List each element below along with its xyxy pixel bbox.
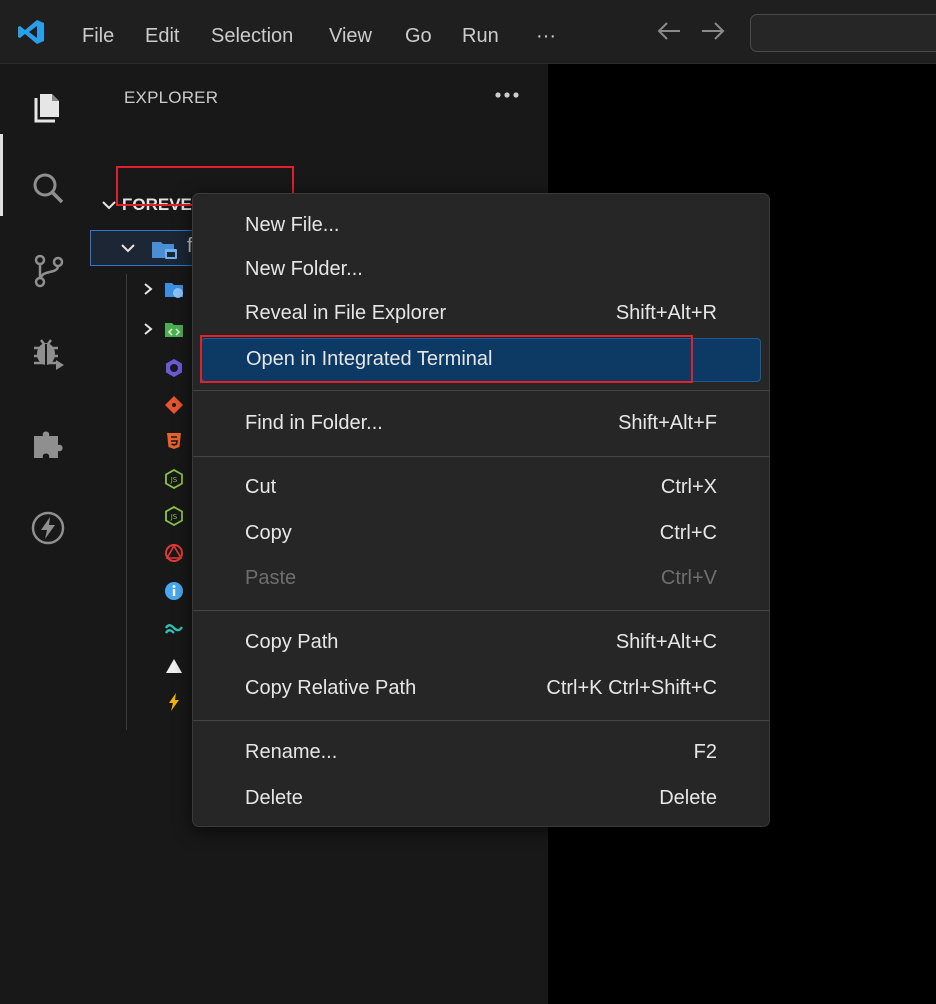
menu-item-label: Copy Relative Path — [245, 677, 417, 699]
menu-item-rename[interactable]: Rename... F2 — [201, 733, 761, 773]
menu-item-label: New File... — [245, 214, 340, 236]
menu-item-new-folder[interactable]: New Folder... — [201, 250, 761, 290]
chevron-down-icon — [102, 201, 116, 210]
command-center-search[interactable] — [750, 14, 936, 52]
source-control-icon[interactable] — [28, 250, 68, 290]
run-debug-icon[interactable] — [28, 332, 68, 372]
menu-item-open-in-integrated-terminal[interactable]: Open in Integrated Terminal — [201, 338, 761, 382]
svg-text:JS: JS — [170, 476, 178, 484]
menu-item-label: Copy — [245, 522, 292, 544]
title-bar: File Edit Selection View Go Run ··· — [0, 0, 936, 64]
explorer-title: EXPLORER — [124, 88, 219, 107]
chevron-right-icon — [144, 283, 153, 295]
menu-item-cut[interactable]: Cut Ctrl+X — [201, 468, 761, 508]
lightning-icon[interactable] — [28, 508, 68, 548]
tailwind-icon — [164, 624, 184, 634]
git-icon — [165, 396, 183, 414]
menu-item-label: Reveal in File Explorer — [245, 302, 447, 324]
menu-separator — [193, 720, 769, 721]
arrow-left-icon[interactable] — [656, 20, 682, 42]
menu-item-new-file[interactable]: New File... — [201, 206, 761, 246]
more-actions-icon[interactable] — [492, 88, 522, 102]
explorer-icon[interactable] — [28, 86, 68, 126]
svg-text:JS: JS — [170, 513, 178, 521]
html-icon — [167, 433, 181, 449]
menu-item-copy-path[interactable]: Copy Path Shift+Alt+C — [201, 623, 761, 663]
menu-more[interactable]: ··· — [536, 0, 556, 64]
folder-open-icon — [152, 242, 177, 259]
menu-selection[interactable]: Selection — [211, 0, 293, 64]
eslint-icon — [166, 359, 182, 377]
nodejs-icon: JS — [165, 506, 183, 526]
menu-item-shortcut: Ctrl+X — [660, 476, 717, 498]
vscode-logo-icon — [18, 20, 44, 44]
menu-item-label: Cut — [245, 476, 277, 498]
folder-public-icon — [165, 283, 183, 298]
menu-separator — [193, 610, 769, 611]
chevron-down-icon — [121, 244, 135, 253]
menu-view[interactable]: View — [329, 0, 372, 64]
nodejs-icon: JS — [165, 469, 183, 489]
folder-src-icon — [165, 323, 183, 337]
menu-separator — [193, 456, 769, 457]
menu-item-paste: Paste Ctrl+V — [201, 559, 761, 599]
menu-item-shortcut: Ctrl+K Ctrl+Shift+C — [546, 677, 717, 699]
menu-item-reveal-in-file-explorer[interactable]: Reveal in File Explorer Shift+Alt+R — [201, 294, 761, 334]
menu-go[interactable]: Go — [405, 0, 432, 64]
menu-item-copy[interactable]: Copy Ctrl+C — [201, 514, 761, 554]
menu-item-shortcut: Ctrl+C — [659, 522, 717, 544]
menu-item-label: Open in Integrated Terminal — [246, 348, 493, 370]
menu-item-label: Find in Folder... — [245, 412, 383, 434]
menu-item-label: Paste — [245, 567, 297, 589]
menu-item-label: New Folder... — [245, 258, 363, 280]
info-icon — [165, 582, 183, 600]
arrow-right-icon[interactable] — [700, 20, 726, 42]
vercel-icon — [166, 659, 182, 673]
menu-edit[interactable]: Edit — [145, 0, 179, 64]
menu-separator — [193, 390, 769, 391]
chevron-right-icon — [144, 323, 153, 335]
vite-icon — [169, 693, 179, 711]
menu-item-shortcut: Shift+Alt+C — [615, 631, 717, 653]
context-menu: New File... New Folder... Reveal in File… — [192, 193, 770, 827]
menu-item-shortcut: Ctrl+V — [660, 567, 717, 589]
menu-item-delete[interactable]: Delete Delete — [201, 779, 761, 819]
menu-item-shortcut: Shift+Alt+F — [618, 412, 717, 434]
activity-bar — [0, 64, 90, 1004]
menu-item-shortcut: Shift+Alt+R — [615, 302, 717, 324]
active-view-indicator — [0, 134, 3, 216]
search-icon[interactable] — [28, 168, 68, 208]
postcss-icon — [165, 544, 183, 562]
menu-item-shortcut: Delete — [659, 787, 717, 809]
menu-item-label: Copy Path — [245, 631, 339, 653]
menu-item-label: Delete — [245, 787, 303, 809]
extensions-icon[interactable] — [28, 424, 68, 464]
menu-item-shortcut: F2 — [693, 741, 717, 763]
menu-item-find-in-folder[interactable]: Find in Folder... Shift+Alt+F — [201, 404, 761, 444]
menu-item-label: Rename... — [245, 741, 338, 763]
menu-run[interactable]: Run — [462, 0, 499, 64]
menu-item-copy-relative-path[interactable]: Copy Relative Path Ctrl+K Ctrl+Shift+C — [201, 669, 761, 709]
menu-file[interactable]: File — [82, 0, 114, 64]
